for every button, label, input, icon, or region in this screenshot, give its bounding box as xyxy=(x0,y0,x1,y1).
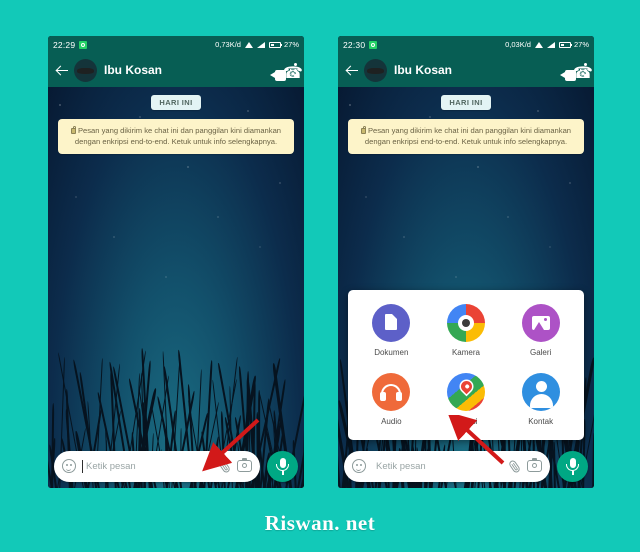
day-divider: HARI INI xyxy=(441,95,490,110)
encryption-notice-text: Pesan yang dikirim ke chat ini dan pangg… xyxy=(75,126,281,146)
phone-screenshot-right: 22:30 0,03K/d 27% Ibu Kosan HARI INI Pes… xyxy=(338,36,594,488)
battery-level: 27% xyxy=(574,40,589,49)
network-speed: 0,73K/d xyxy=(215,40,241,49)
attach-option-kamera[interactable]: Kamera xyxy=(435,304,497,357)
paperclip-icon[interactable] xyxy=(505,456,524,476)
contact-person-icon xyxy=(522,373,560,411)
lock-icon xyxy=(71,128,76,134)
screenshot-stage: 22:29 0,73K/d 27% Ibu Kosan HARI INI Pes… xyxy=(0,0,640,552)
message-input-pill[interactable]: Ketik pesan xyxy=(54,451,260,482)
lock-icon xyxy=(361,128,366,134)
back-arrow-icon[interactable] xyxy=(345,63,360,78)
message-input-pill[interactable]: Ketik pesan xyxy=(344,451,550,482)
phone-screenshot-left: 22:29 0,73K/d 27% Ibu Kosan HARI INI Pes… xyxy=(48,36,304,488)
wifi-icon xyxy=(245,41,254,48)
attach-option-dokumen[interactable]: Dokumen xyxy=(360,304,422,357)
text-caret xyxy=(82,460,83,473)
headphones-icon xyxy=(372,373,410,411)
attach-option-kontak[interactable]: Kontak xyxy=(510,373,572,426)
contact-name[interactable]: Ibu Kosan xyxy=(394,63,556,77)
chat-app-bar: Ibu Kosan xyxy=(48,53,304,87)
contact-name[interactable]: Ibu Kosan xyxy=(104,63,266,77)
avatar[interactable] xyxy=(364,59,387,82)
encryption-notice[interactable]: Pesan yang dikirim ke chat ini dan pangg… xyxy=(58,119,294,154)
signal-icon xyxy=(547,41,556,48)
battery-icon xyxy=(269,42,281,48)
whatsapp-chat-screen: 22:29 0,73K/d 27% Ibu Kosan HARI INI Pes… xyxy=(48,36,304,488)
whatsapp-icon xyxy=(369,41,377,49)
attachment-row: Audio Lokasi Kontak xyxy=(354,373,578,426)
wifi-icon xyxy=(535,41,544,48)
document-icon xyxy=(372,304,410,342)
smiley-icon[interactable] xyxy=(352,459,366,473)
attach-option-label: Dokumen xyxy=(360,348,422,357)
signal-icon xyxy=(257,41,266,48)
day-divider: HARI INI xyxy=(151,95,200,110)
status-clock: 22:30 xyxy=(343,40,365,50)
encryption-notice-text: Pesan yang dikirim ke chat ini dan pangg… xyxy=(365,126,571,146)
attach-option-label: Kontak xyxy=(510,417,572,426)
attach-option-label: Kamera xyxy=(435,348,497,357)
message-input-placeholder[interactable]: Ketik pesan xyxy=(376,461,508,472)
attach-option-audio[interactable]: Audio xyxy=(360,373,422,426)
attach-option-galeri[interactable]: Galeri xyxy=(510,304,572,357)
message-input-bar: Ketik pesan xyxy=(48,444,304,488)
attach-option-lokasi[interactable]: Lokasi xyxy=(435,373,497,426)
smiley-icon[interactable] xyxy=(62,459,76,473)
chat-message-area: HARI INI Pesan yang dikirim ke chat ini … xyxy=(338,87,594,488)
message-input-placeholder[interactable]: Ketik pesan xyxy=(86,461,218,472)
network-speed: 0,03K/d xyxy=(505,40,531,49)
battery-level: 27% xyxy=(284,40,299,49)
paperclip-icon[interactable] xyxy=(215,456,234,476)
chat-message-area: HARI INI Pesan yang dikirim ke chat ini … xyxy=(48,87,304,488)
chat-app-bar: Ibu Kosan xyxy=(338,53,594,87)
attachment-sheet: Dokumen Kamera Galeri Audio Lokasi Konta… xyxy=(348,290,584,440)
attachment-row: Dokumen Kamera Galeri xyxy=(354,304,578,357)
attach-option-label: Audio xyxy=(360,417,422,426)
microphone-icon[interactable] xyxy=(267,451,298,482)
battery-icon xyxy=(559,42,571,48)
message-input-bar: Ketik pesan xyxy=(338,444,594,488)
status-bar: 22:29 0,73K/d 27% xyxy=(48,36,304,53)
encryption-notice[interactable]: Pesan yang dikirim ke chat ini dan pangg… xyxy=(348,119,584,154)
location-pin-icon xyxy=(447,373,485,411)
status-bar: 22:30 0,03K/d 27% xyxy=(338,36,594,53)
status-clock: 22:29 xyxy=(53,40,75,50)
back-arrow-icon[interactable] xyxy=(55,63,70,78)
camera-icon[interactable] xyxy=(527,460,542,472)
attach-option-label: Galeri xyxy=(510,348,572,357)
camera-icon xyxy=(447,304,485,342)
camera-icon[interactable] xyxy=(237,460,252,472)
attach-option-label: Lokasi xyxy=(435,417,497,426)
gallery-icon xyxy=(522,304,560,342)
whatsapp-icon xyxy=(79,41,87,49)
avatar[interactable] xyxy=(74,59,97,82)
microphone-icon[interactable] xyxy=(557,451,588,482)
watermark: Riswan. net xyxy=(0,511,640,536)
whatsapp-chat-screen-attach: 22:30 0,03K/d 27% Ibu Kosan HARI INI Pes… xyxy=(338,36,594,488)
